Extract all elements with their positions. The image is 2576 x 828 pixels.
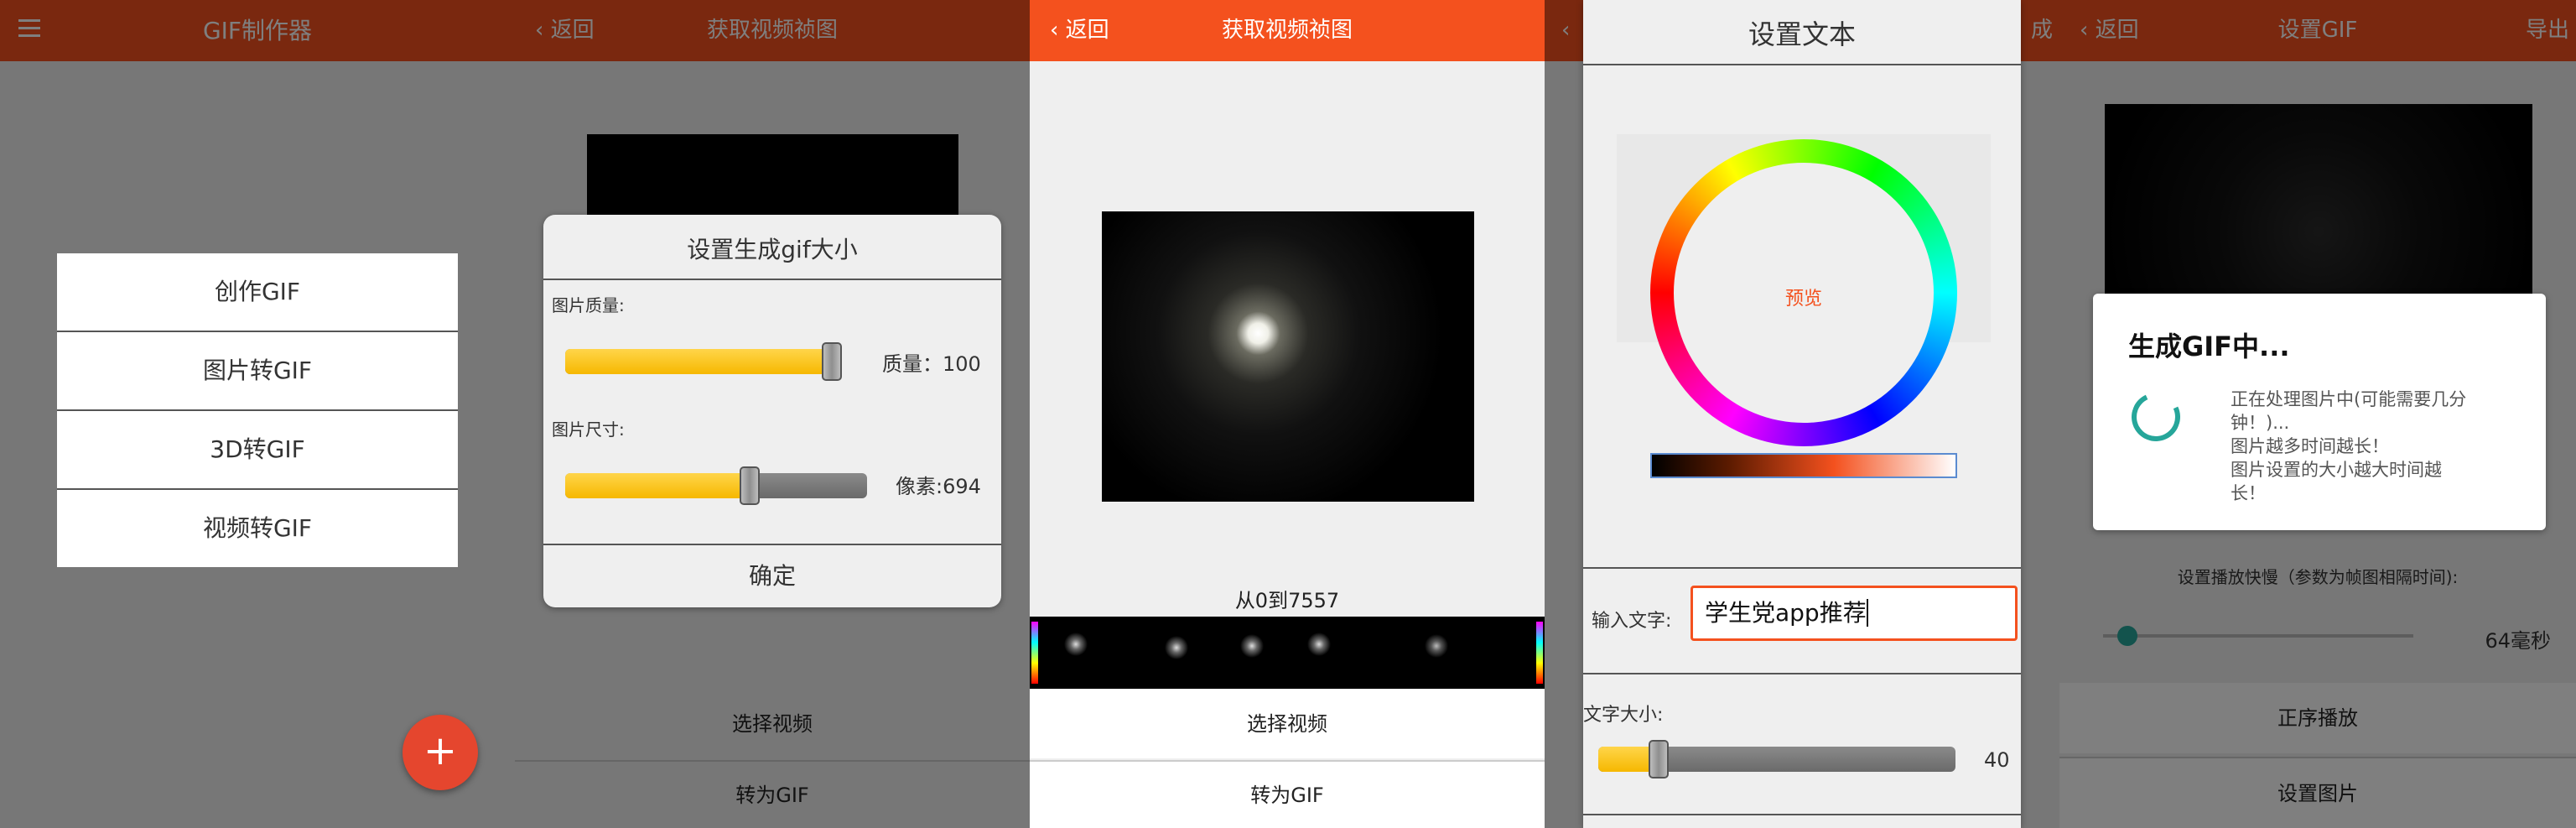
add-fab-button[interactable]: + [402, 715, 478, 790]
divider [1583, 567, 2021, 569]
frame-thumb [1239, 633, 1265, 659]
menu-item-video-to-gif[interactable]: 视频转GIF [57, 490, 458, 567]
font-size-slider[interactable] [1598, 740, 1955, 779]
menu-item-image-to-gif[interactable]: 图片转GIF [57, 332, 458, 411]
divider [1583, 814, 2021, 815]
convert-to-gif-button[interactable]: 转为GIF [1030, 760, 1545, 828]
divider [1583, 673, 2021, 674]
dialog-title: 设置生成gif大小 [687, 236, 858, 263]
quality-label: 图片质量: [552, 295, 625, 315]
range-handle-right[interactable] [1536, 622, 1543, 684]
select-video-button[interactable]: 选择视频 [1030, 690, 1545, 758]
menu-item-3d-to-gif[interactable]: 3D转GIF [57, 411, 458, 490]
quality-slider-fill [565, 349, 832, 374]
screen-set-gif: ‹ 返回 设置GIF 导出 设置播放快慢（参数为帧图相隔时间): 64毫秒 正序… [2059, 0, 2576, 828]
message-line: 钟！)... [2231, 413, 2290, 433]
loading-spinner-icon [2124, 385, 2188, 449]
size-slider[interactable] [565, 466, 867, 505]
video-frame-preview [1102, 211, 1474, 502]
quality-value: 质量：100 [882, 352, 981, 376]
range-handle-left[interactable] [1031, 622, 1038, 684]
dialog-title: 生成GIF中... [2128, 331, 2290, 362]
divider [543, 279, 1001, 280]
frame-thumb [1164, 635, 1189, 660]
color-wheel[interactable]: 预览 [1650, 139, 1957, 446]
font-size-value: 40 [1984, 748, 2010, 772]
frame-thumb [1063, 632, 1088, 657]
set-text-dialog: 设置文本 预览 输入文字: 学生党app推荐 文字大小: 40 [1583, 0, 2021, 828]
text-input-value: 学生党app推荐 [1705, 599, 1867, 627]
text-input[interactable]: 学生党app推荐 [1690, 586, 2018, 641]
size-label: 图片尺寸: [552, 419, 625, 440]
frame-thumb [1306, 632, 1332, 657]
gif-size-dialog: 设置生成gif大小 图片质量: 质量：100 图片尺寸: 像素:694 确定 [543, 215, 1001, 607]
quality-slider[interactable] [565, 342, 842, 381]
input-label: 输入文字: [1592, 611, 1672, 632]
frame-strip[interactable] [1030, 617, 1545, 689]
font-size-label: 文字大小: [1583, 705, 1664, 726]
screen-get-video-frames-dialog: ‹ 返回 获取视频祯图 选择视频 转为GIF 设置生成gif大小 图片质量: 质… [515, 0, 1030, 828]
screen-set-text: ‹ 成 设置文本 预览 输入文字: 学生党app推荐 文字大小: 40 [1545, 0, 2059, 828]
font-size-slider-thumb[interactable] [1649, 740, 1669, 779]
confirm-button[interactable]: 确定 [543, 545, 1001, 607]
dialog-title: 设置文本 [1748, 18, 1856, 50]
preview-label: 预览 [1784, 289, 1822, 310]
page-title: 获取视频祯图 [1221, 18, 1353, 43]
size-value: 像素:694 [896, 475, 981, 498]
message-line: 长！ [2231, 483, 2266, 503]
dialog-message: 正在处理图片中(可能需要几分 钟！)... 图片越多时间越长！ 图片设置的大小越… [2231, 388, 2516, 505]
message-line: 正在处理图片中(可能需要几分 [2231, 389, 2467, 409]
screen-gif-maker-home: GIF制作器 创作GIF 图片转GIF 3D转GIF 视频转GIF 创作GIF … [0, 0, 515, 828]
message-line: 图片设置的大小越大时间越 [2231, 460, 2442, 480]
app-bar: ‹ 返回 获取视频祯图 [1030, 0, 1545, 61]
generating-gif-dialog: 生成GIF中... 正在处理图片中(可能需要几分 钟！)... 图片越多时间越长… [2093, 294, 2546, 530]
message-line: 图片越多时间越长！ [2231, 436, 2389, 456]
menu-item-create-gif[interactable]: 创作GIF [57, 253, 458, 332]
quality-slider-thumb[interactable] [822, 342, 842, 381]
frame-thumb [1424, 633, 1449, 659]
size-slider-thumb[interactable] [740, 466, 760, 505]
screen-get-video-frames: ‹ 返回 获取视频祯图 从0到7557 选择视频 转为GIF [1030, 0, 1545, 828]
color-gradient-bar[interactable] [1650, 453, 1957, 478]
frame-range-label: 从0到7557 [1234, 589, 1340, 612]
plus-icon: + [423, 727, 458, 774]
divider [1583, 64, 2021, 65]
size-slider-fill [565, 473, 750, 498]
